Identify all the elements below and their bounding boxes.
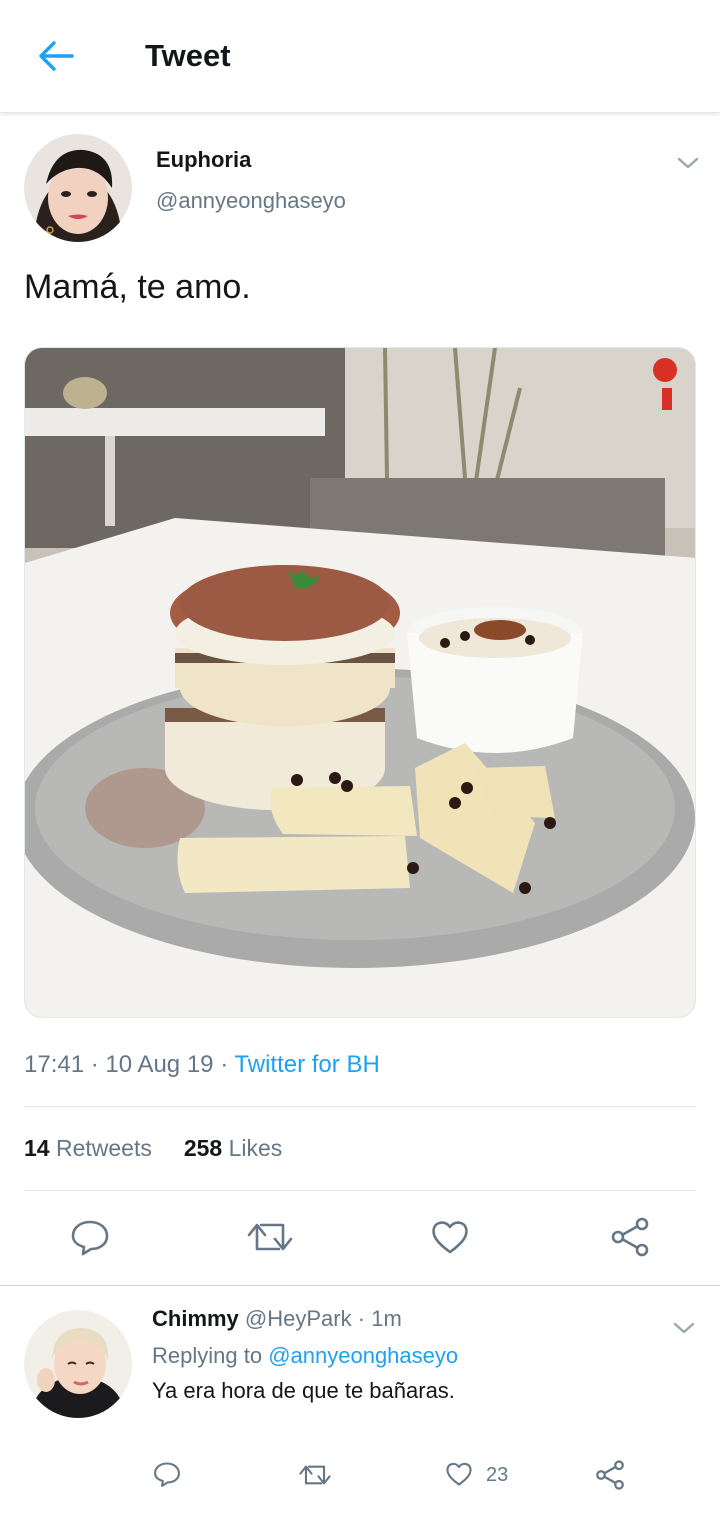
reply-like-button[interactable]: [445, 1460, 473, 1488]
chevron-down-icon: [677, 157, 699, 169]
replying-to-mention[interactable]: @annyeonghaseyo: [268, 1343, 458, 1368]
reply-button[interactable]: [70, 1217, 110, 1257]
likes-count: 258: [183, 1135, 223, 1161]
tweet-source-link[interactable]: Twitter for BH: [234, 1051, 379, 1078]
divider: [24, 1106, 696, 1107]
share-icon: [596, 1460, 624, 1490]
meta-separator: ·: [357, 1306, 366, 1331]
like-button[interactable]: [430, 1217, 470, 1257]
retweet-button[interactable]: [247, 1217, 293, 1257]
reply-like-count: 23: [486, 1464, 509, 1486]
share-button[interactable]: [610, 1217, 650, 1257]
page-title: Tweet: [145, 38, 231, 73]
reply-author-avatar[interactable]: [24, 1310, 132, 1418]
meta-separator: ·: [220, 1051, 229, 1078]
likes-label: Likes: [228, 1135, 283, 1161]
author-name[interactable]: Euphoria: [156, 147, 251, 173]
tweet-photo[interactable]: [24, 347, 696, 1018]
reply-menu-button[interactable]: [672, 1318, 696, 1338]
reply-text: Ya era hora de que te bañaras.: [152, 1378, 455, 1403]
author-avatar[interactable]: [24, 134, 132, 242]
replying-to: Replying to @annyeonghaseyo: [152, 1343, 458, 1369]
share-icon: [611, 1217, 649, 1257]
reply-author-handle[interactable]: @HeyPark: [245, 1306, 352, 1331]
section-divider: [0, 1285, 720, 1286]
tweet-meta: 17:41 · 10 Aug 19 · Twitter for BH: [24, 1051, 380, 1079]
retweet-icon: [299, 1465, 331, 1485]
back-button[interactable]: [34, 36, 78, 76]
retweets-stat[interactable]: 14 Retweets: [24, 1135, 152, 1161]
retweets-count: 14: [24, 1135, 50, 1161]
tweet-text: Mamá, te amo.: [24, 268, 251, 306]
reply-author-name[interactable]: Chimmy: [152, 1306, 239, 1331]
replying-to-label: Replying to: [152, 1343, 263, 1368]
reply-time: 1m: [371, 1306, 402, 1331]
meta-separator: ·: [90, 1051, 99, 1078]
comment-icon: [71, 1220, 109, 1256]
comment-icon: [154, 1462, 180, 1487]
arrow-left-icon: [39, 41, 74, 71]
retweets-label: Retweets: [55, 1135, 152, 1161]
reply-reply-button[interactable]: [153, 1460, 181, 1488]
tweet-time: 17:41: [24, 1051, 85, 1078]
reply-share-button[interactable]: [595, 1460, 625, 1490]
divider: [24, 1190, 696, 1191]
reply-retweet-button[interactable]: [299, 1461, 331, 1489]
tweet-stats: 14 Retweets 258 Likes: [24, 1135, 282, 1162]
reply-header: Chimmy @HeyPark · 1m: [152, 1306, 402, 1332]
author-handle[interactable]: @annyeonghaseyo: [156, 188, 346, 214]
top-bar: Tweet: [0, 0, 720, 113]
heart-icon: [432, 1221, 468, 1254]
tweet-date: 10 Aug 19: [105, 1051, 214, 1078]
likes-stat[interactable]: 258 Likes: [184, 1135, 282, 1161]
chevron-down-icon: [673, 1322, 695, 1334]
tweet-menu-button[interactable]: [676, 153, 700, 173]
heart-icon: [446, 1462, 472, 1486]
retweet-icon: [247, 1223, 293, 1251]
